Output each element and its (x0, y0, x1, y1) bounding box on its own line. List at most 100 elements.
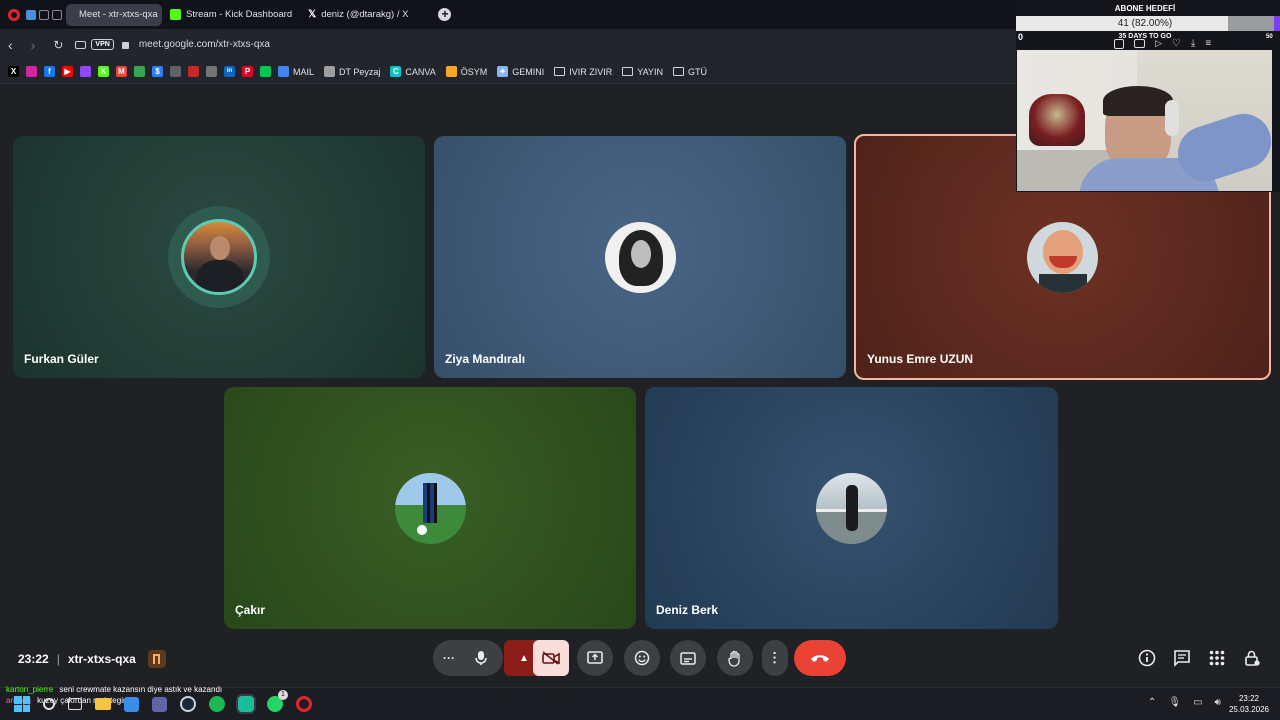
bookmark-item[interactable] (134, 66, 145, 77)
windows-start-icon[interactable] (14, 696, 30, 712)
workspace-icon[interactable] (26, 9, 36, 20)
more-actions-button[interactable]: ··· (762, 640, 788, 676)
youtube-icon: ▶ (62, 66, 73, 77)
bookmark-item[interactable]: P (242, 66, 253, 77)
activities-icon[interactable] (1208, 649, 1226, 667)
participant-name: Furkan Güler (24, 352, 99, 366)
whatsapp-badge: 1 (278, 690, 288, 700)
canva-icon: C (390, 66, 402, 77)
play-icon[interactable]: ▷ (1155, 38, 1162, 49)
tray-network-icon[interactable]: ▭ (1193, 697, 1202, 708)
clock-time: 23:22 (1238, 694, 1260, 703)
opera-icon[interactable] (296, 696, 312, 712)
microphone-icon (475, 651, 487, 665)
url-text[interactable]: meet.google.com/xtr-xtxs-qxa (139, 39, 270, 50)
bookmark-item[interactable] (170, 66, 181, 77)
opera-logo-icon[interactable] (8, 8, 20, 21)
goal-max: 50 (1266, 34, 1273, 40)
search-icon[interactable] (43, 698, 55, 710)
bookmark-item[interactable]: GTÜ (672, 66, 707, 77)
participant-tile[interactable]: Çakır (224, 387, 636, 629)
windows-taskbar: karton_pierre seni crewmate kazansın diy… (0, 685, 1280, 720)
info-icon[interactable] (1138, 649, 1156, 667)
bookmark-item[interactable]: K (98, 66, 109, 77)
spotify-icon[interactable] (209, 696, 225, 712)
app-icon[interactable] (238, 696, 254, 712)
forward-icon[interactable]: › (31, 37, 36, 53)
chat-icon[interactable] (1173, 649, 1191, 667)
back-icon[interactable]: ‹ (8, 37, 13, 53)
raise-hand-button[interactable] (717, 640, 753, 676)
camera-icon[interactable] (1134, 39, 1145, 48)
kick-favicon-icon (170, 9, 181, 20)
bookmark-item[interactable] (188, 66, 199, 77)
camera-indicator-icon[interactable] (75, 40, 87, 49)
vpn-badge[interactable]: VPN (91, 39, 114, 50)
edit-icon[interactable] (1114, 38, 1124, 49)
reactions-button[interactable] (624, 640, 660, 676)
folder-icon (554, 67, 566, 76)
tray-chevron-up-icon[interactable]: ⌃ (1148, 697, 1156, 708)
captions-button[interactable] (670, 640, 706, 676)
clock[interactable]: 23:22 25.03.2026 (1224, 693, 1274, 715)
avatar-body (846, 485, 858, 531)
goal-progress-text: 41 (82.00%) (1117, 18, 1173, 29)
kick-icon: K (98, 66, 109, 77)
link-icon (170, 66, 181, 77)
present-screen-button[interactable] (577, 640, 613, 676)
file-explorer-icon[interactable] (95, 698, 111, 710)
reload-icon[interactable]: ↻ (53, 38, 63, 52)
bookmark-item[interactable] (260, 66, 271, 77)
menu-icon[interactable]: ≡ (1205, 38, 1211, 49)
bookmark-item[interactable]: YAYIN (622, 67, 663, 77)
teams-icon[interactable] (152, 696, 167, 712)
bookmark-label: YAYIN (637, 66, 663, 77)
participant-tile[interactable]: Furkan Güler (13, 136, 425, 378)
bookmark-item[interactable]: ÖSYM (445, 66, 487, 77)
bookmark-item[interactable]: ▶ (62, 66, 73, 77)
tab-meet[interactable]: Meet - xtr-xtxs-qxa (66, 3, 162, 26)
folder-icon (622, 67, 634, 76)
bookmark-item[interactable]: f (44, 66, 55, 77)
leave-call-button[interactable] (794, 640, 846, 676)
bookmark-item[interactable]: X (8, 66, 19, 77)
tab-x[interactable]: 𝕏 deniz (@dtarakg) / X (300, 4, 416, 26)
participant-tile[interactable]: Deniz Berk (645, 387, 1058, 629)
tab-kick[interactable]: Stream - Kick Dashboard (162, 4, 300, 26)
bookmark-item[interactable]: DT Peyzaj (324, 66, 380, 77)
download-icon[interactable]: ⤓ (1191, 38, 1195, 49)
steam-icon[interactable] (180, 696, 196, 712)
camera-toggle-button[interactable] (533, 640, 569, 676)
participant-tile[interactable]: Ziya Mandıralı (434, 136, 846, 378)
bookmark-item[interactable] (80, 66, 91, 77)
goal-accent (1274, 16, 1280, 31)
bookmark-item[interactable]: MAIL (278, 66, 314, 77)
tab-label: Stream - Kick Dashboard (186, 9, 293, 20)
tray-mic-icon[interactable]: 🎙︎ (1168, 697, 1181, 708)
taskview-icon[interactable] (68, 698, 82, 710)
control-bar: ··· ▲ ··· (0, 640, 1280, 680)
gemini-icon: ✦ (497, 66, 509, 77)
avatar-body (196, 260, 244, 292)
chat-user: karton_pierre (6, 685, 54, 694)
bookmark-item[interactable]: in (224, 66, 235, 77)
workspace-icons[interactable] (26, 9, 62, 20)
phone-icon (260, 66, 271, 77)
bookmark-item[interactable]: M (116, 66, 127, 77)
workspace-icon[interactable] (39, 9, 49, 20)
bookmark-item[interactable] (26, 66, 37, 77)
bookmark-label: GTÜ (687, 66, 707, 77)
bookmark-item[interactable]: IVIR ZIVIR (554, 67, 612, 77)
heart-icon[interactable]: ♡ (1172, 38, 1181, 49)
host-lock-icon[interactable] (1243, 649, 1261, 667)
bookmark-item[interactable]: $ (152, 66, 163, 77)
workspace-icon[interactable] (52, 9, 62, 20)
whatsapp-icon[interactable]: 1 (267, 690, 288, 712)
microphone-button[interactable] (465, 642, 497, 674)
tray-volume-icon[interactable]: 🔊︎ (1215, 697, 1221, 708)
store-icon[interactable] (124, 696, 139, 712)
bookmark-item[interactable]: C CANVA (390, 66, 436, 77)
bookmark-item[interactable] (206, 66, 217, 77)
new-tab-button[interactable]: + (438, 8, 452, 21)
bookmark-item[interactable]: ✦ GEMINI (497, 66, 544, 77)
